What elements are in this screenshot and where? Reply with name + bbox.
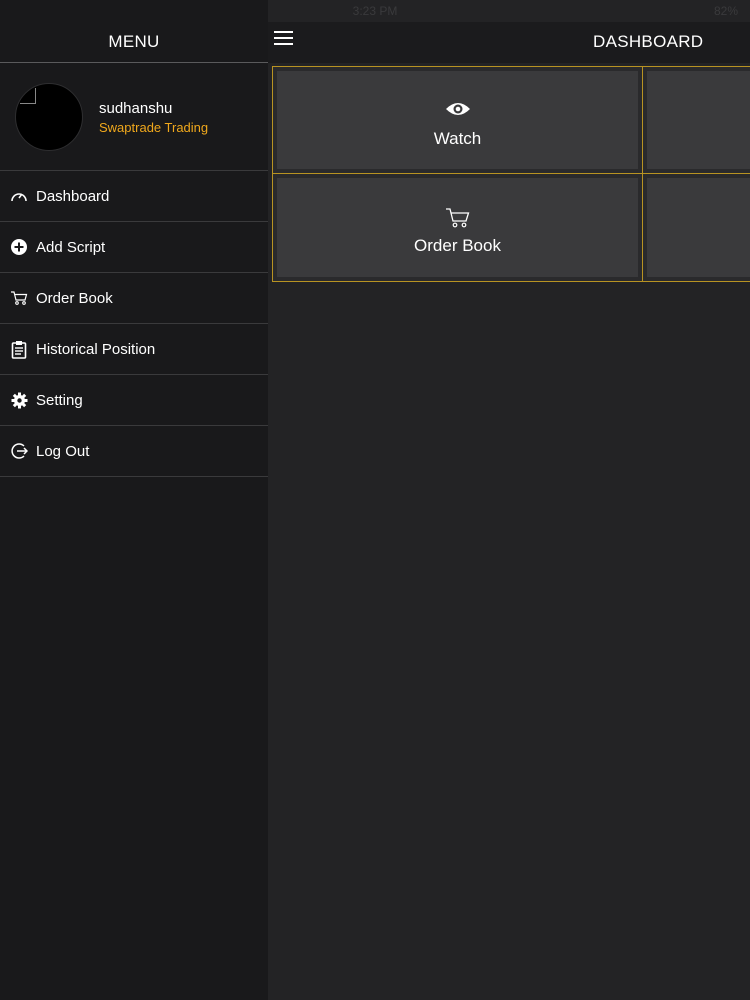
cart-icon [273, 207, 642, 229]
cart-icon [9, 288, 29, 308]
menu-item-label: Log Out [36, 442, 90, 460]
avatar[interactable] [15, 83, 83, 151]
clipboard-icon [9, 339, 29, 359]
avatar-placeholder-icon [20, 88, 36, 104]
menu-item-label: Add Script [36, 238, 106, 256]
menu-list: Dashboard Add Script Order Book Historic… [0, 171, 268, 477]
sidebar: MENU sudhanshu Swaptrade Trading Dashboa… [0, 0, 268, 1000]
logout-icon [9, 441, 29, 461]
user-profile[interactable]: sudhanshu Swaptrade Trading [0, 63, 268, 171]
menu-item-log-out[interactable]: Log Out [0, 426, 268, 477]
plus-circle-icon [9, 237, 29, 257]
gear-icon [9, 390, 29, 410]
user-name: sudhanshu [99, 100, 173, 117]
menu-item-setting[interactable]: Setting [0, 375, 268, 426]
tile-partial-bottom[interactable] [642, 173, 750, 282]
menu-item-label: Dashboard [36, 187, 110, 205]
menu-item-add-script[interactable]: Add Script [0, 222, 268, 273]
dashboard-grid: Watch Order Book [272, 66, 750, 282]
menu-item-order-book[interactable]: Order Book [0, 273, 268, 324]
page-title: DASHBOARD [593, 32, 704, 51]
tile-watch[interactable]: Watch [272, 66, 643, 174]
menu-item-historical-position[interactable]: Historical Position [0, 324, 268, 375]
tile-label: Order Book [414, 236, 501, 255]
top-bar: DASHBOARD [268, 22, 750, 63]
menu-title: MENU [108, 32, 160, 51]
company-name: Swaptrade Trading [99, 120, 209, 135]
tile-partial-top[interactable] [642, 66, 750, 174]
sidebar-header: MENU [0, 22, 268, 63]
eye-icon [273, 101, 642, 117]
menu-item-label: Order Book [36, 289, 113, 307]
menu-item-label: Historical Position [36, 340, 156, 358]
battery-level: 82% [713, 4, 738, 18]
speedometer-icon [9, 186, 29, 206]
hamburger-menu-icon[interactable] [274, 31, 294, 49]
tile-order-book[interactable]: Order Book [272, 173, 643, 282]
menu-item-label: Setting [36, 391, 83, 409]
menu-item-dashboard[interactable]: Dashboard [0, 171, 268, 222]
tile-label: Watch [433, 129, 482, 148]
